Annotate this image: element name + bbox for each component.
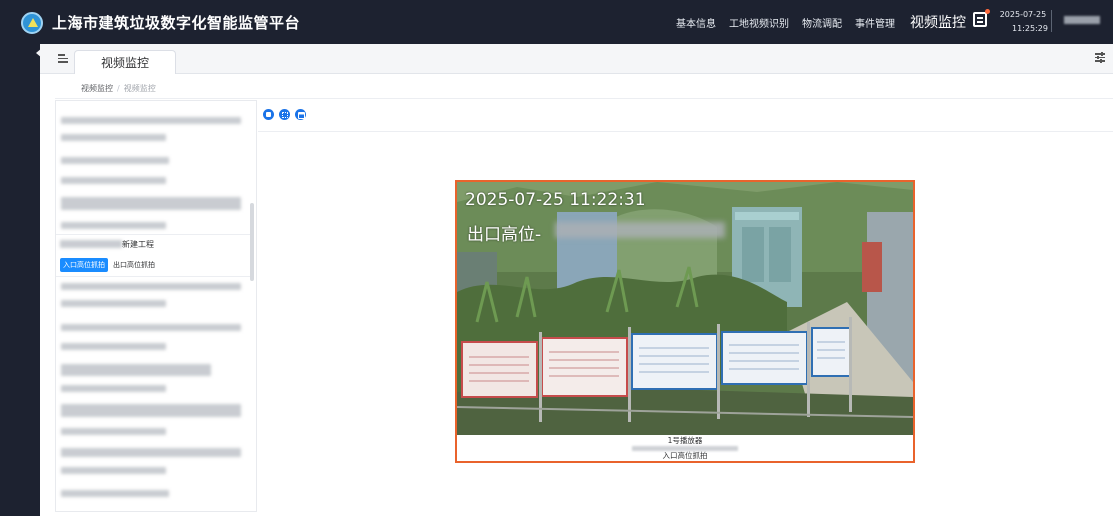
nav-site-video-recognition[interactable]: 工地视频识别 bbox=[729, 15, 789, 30]
top-nav: 基本信息 工地视频识别 物流调配 事件管理 视频监控 bbox=[676, 0, 966, 44]
tree-item-redacted[interactable] bbox=[61, 490, 169, 497]
tree-item-redacted[interactable] bbox=[61, 343, 166, 350]
project-name-redacted bbox=[60, 240, 122, 248]
video-frame[interactable]: 2025-07-25 11:22:31 出口高位- bbox=[457, 182, 913, 435]
content-divider bbox=[55, 98, 1113, 99]
tree-item-redacted[interactable] bbox=[61, 177, 166, 184]
breadcrumb-current: 视频监控 bbox=[123, 84, 156, 93]
breadcrumb-separator: / bbox=[117, 84, 120, 93]
user-name-redacted[interactable] bbox=[1064, 16, 1100, 24]
nav-basic-info[interactable]: 基本信息 bbox=[676, 15, 716, 30]
tree-item-redacted[interactable] bbox=[61, 157, 169, 164]
tree-item-redacted[interactable] bbox=[61, 283, 241, 290]
osd-timestamp: 2025-07-25 11:22:31 bbox=[465, 190, 646, 210]
nav-video-monitoring[interactable]: 视频监控 bbox=[910, 12, 966, 32]
video-player[interactable]: 2025-07-25 11:22:31 出口高位- 1号播放器 入口高位抓拍 bbox=[455, 180, 915, 463]
tree-divider bbox=[56, 234, 254, 235]
osd-location: 出口高位- bbox=[467, 225, 542, 245]
tree-item-redacted[interactable] bbox=[61, 428, 166, 435]
tree-scrollbar[interactable] bbox=[250, 203, 254, 281]
tree-item-redacted[interactable] bbox=[61, 134, 166, 141]
player-site-redacted bbox=[632, 446, 738, 451]
nav-logistics-dispatch[interactable]: 物流调配 bbox=[802, 15, 842, 30]
tab-bar: 视频监控 bbox=[40, 44, 1113, 74]
tree-item-redacted[interactable] bbox=[61, 385, 166, 392]
player-name: 1号播放器 bbox=[667, 436, 703, 445]
toolbar-divider bbox=[258, 131, 1113, 132]
settings-sliders-icon[interactable] bbox=[1095, 52, 1105, 63]
current-time: 11:25:29 bbox=[1012, 24, 1048, 33]
layout-nine-icon[interactable] bbox=[295, 109, 306, 120]
app-title: 上海市建筑垃圾数字化智能监管平台 bbox=[52, 14, 301, 32]
osd-location-redacted bbox=[555, 222, 725, 238]
tree-item-redacted[interactable] bbox=[61, 448, 241, 457]
tree-item-redacted[interactable] bbox=[61, 324, 241, 331]
layout-four-icon[interactable] bbox=[279, 109, 290, 120]
player-stream-label: 入口高位抓拍 bbox=[662, 451, 708, 460]
tree-item-redacted[interactable] bbox=[61, 222, 166, 229]
breadcrumb: 视频监控 / 视频监控 bbox=[81, 83, 156, 94]
camera-entrance-high[interactable]: 入口高位抓拍 bbox=[60, 258, 108, 272]
top-bar: 上海市建筑垃圾数字化智能监管平台 基本信息 工地视频识别 物流调配 事件管理 视… bbox=[0, 0, 1113, 44]
tree-item-redacted[interactable] bbox=[61, 197, 241, 210]
tree-item-redacted[interactable] bbox=[61, 364, 211, 376]
tree-item-redacted[interactable] bbox=[61, 117, 241, 124]
camera-list: 入口高位抓拍 出口高位抓拍 bbox=[60, 258, 158, 272]
tree-item-redacted[interactable] bbox=[61, 300, 166, 307]
datetime-display: 2025-07-25 11:25:29 bbox=[998, 8, 1048, 36]
app-logo-icon bbox=[21, 12, 43, 34]
camera-exit-high[interactable]: 出口高位抓拍 bbox=[110, 258, 158, 272]
tree-divider bbox=[56, 276, 254, 277]
nav-event-management[interactable]: 事件管理 bbox=[855, 15, 895, 30]
site-tree-panel: 新建工程 入口高位抓拍 出口高位抓拍 bbox=[55, 100, 257, 512]
header-divider bbox=[1051, 10, 1052, 32]
tree-item-redacted[interactable] bbox=[61, 404, 241, 417]
notification-dot bbox=[985, 9, 990, 14]
left-rail bbox=[0, 44, 40, 516]
layout-toolbar bbox=[263, 109, 311, 120]
project-name-suffix: 新建工程 bbox=[122, 240, 154, 249]
tab-video-monitoring[interactable]: 视频监控 bbox=[74, 50, 176, 74]
message-icon[interactable] bbox=[973, 9, 990, 27]
player-caption: 1号播放器 入口高位抓拍 bbox=[457, 435, 913, 461]
menu-fold-icon[interactable] bbox=[58, 54, 68, 63]
tree-item-redacted[interactable] bbox=[61, 467, 166, 474]
current-date: 2025-07-25 bbox=[999, 10, 1047, 19]
layout-single-icon[interactable] bbox=[263, 109, 274, 120]
breadcrumb-root[interactable]: 视频监控 bbox=[81, 84, 113, 93]
